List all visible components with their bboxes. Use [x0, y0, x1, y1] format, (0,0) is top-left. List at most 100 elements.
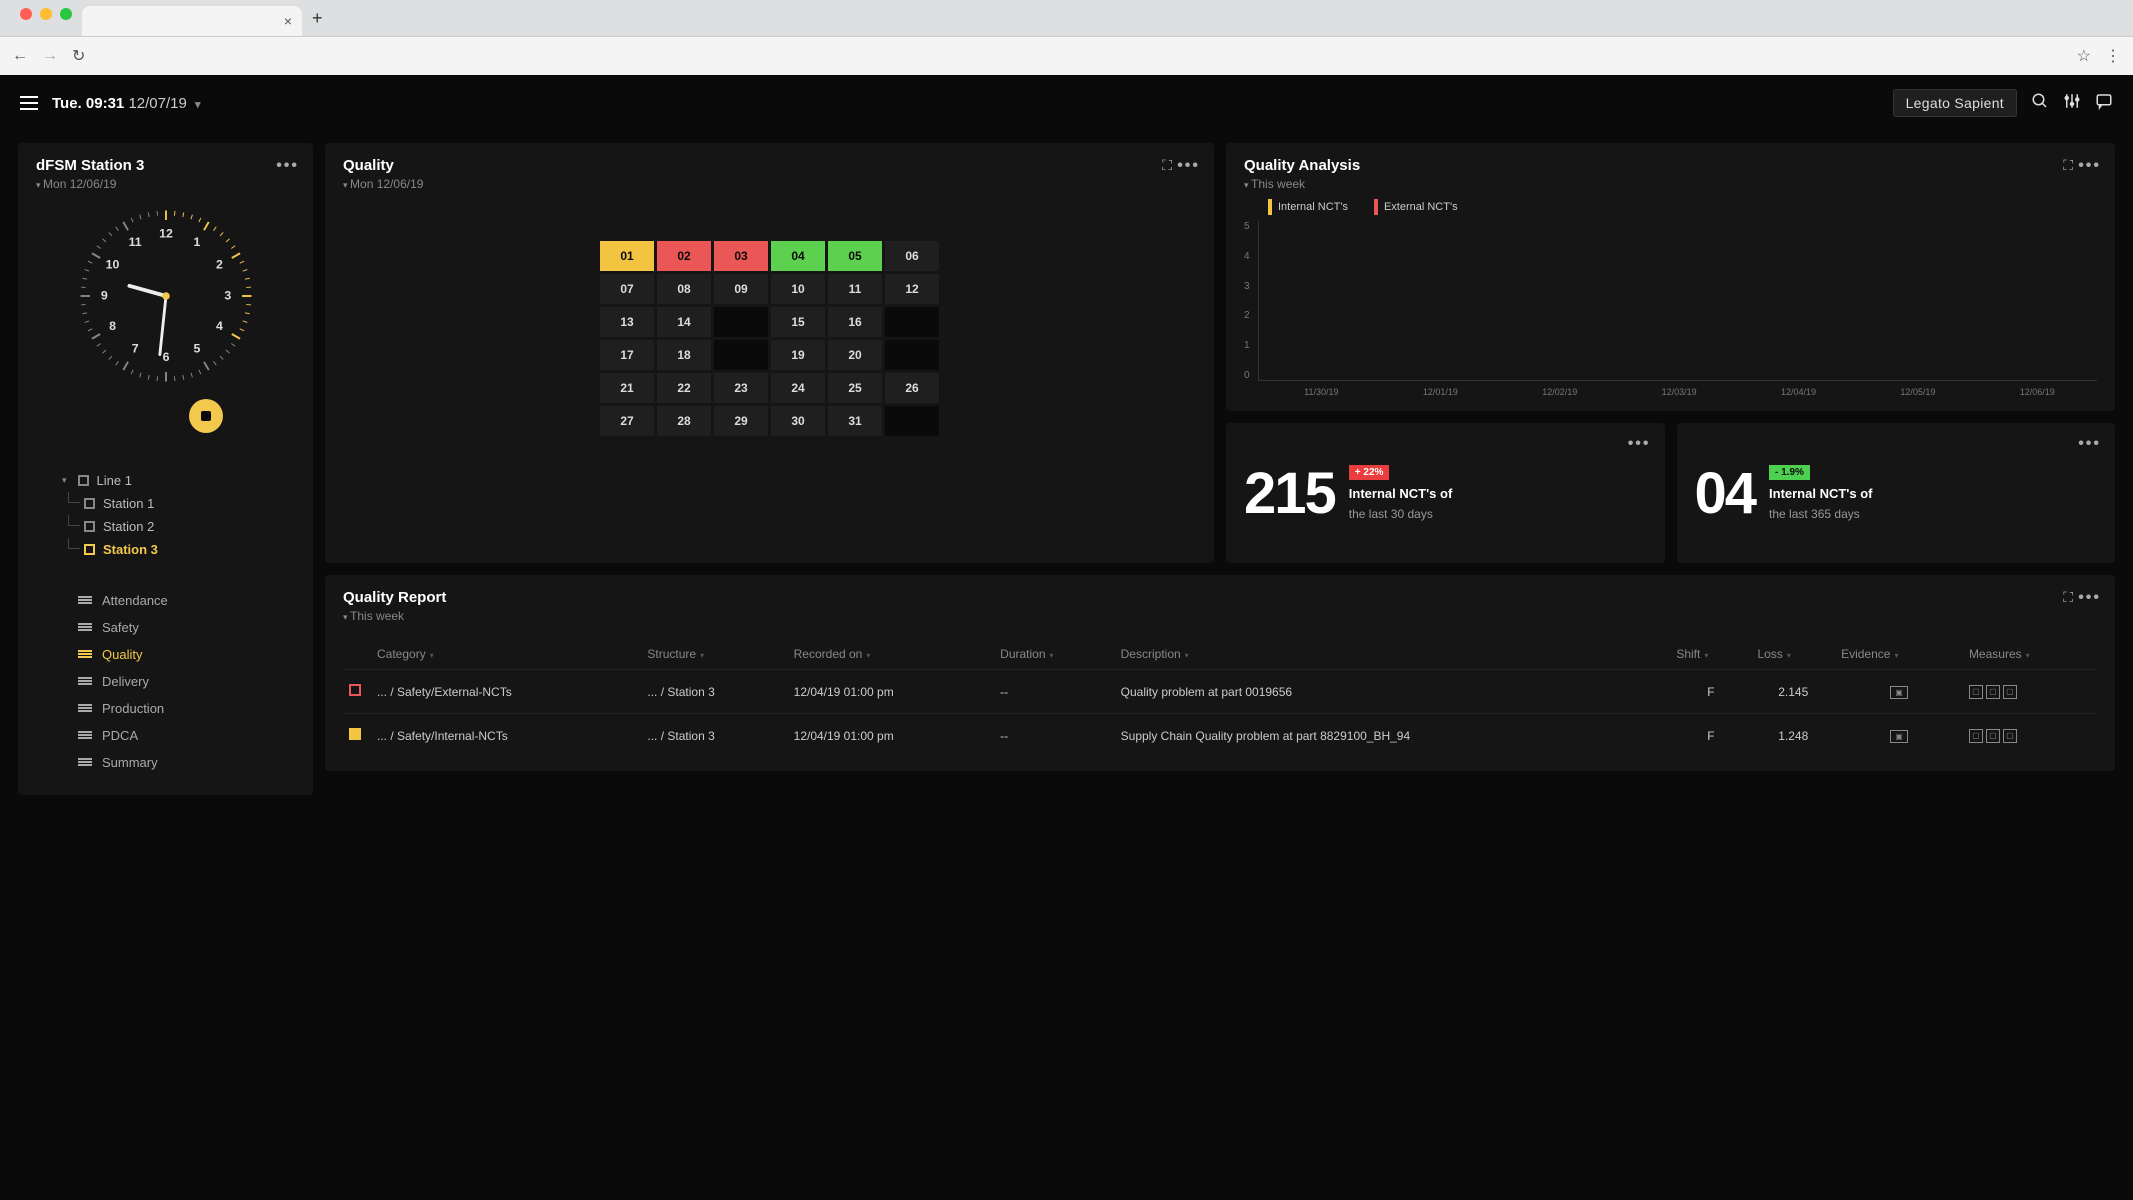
calendar-day[interactable]: 07: [600, 274, 654, 304]
checkbox-icon[interactable]: [78, 475, 89, 486]
nav-item-summary[interactable]: Summary: [78, 749, 295, 776]
sliders-icon[interactable]: [2063, 92, 2081, 115]
column-header[interactable]: Structure▾: [641, 639, 787, 670]
checkbox-icon[interactable]: [84, 521, 95, 532]
evidence-icon[interactable]: ▣: [1890, 686, 1908, 699]
calendar-day[interactable]: 27: [600, 406, 654, 436]
new-tab-button[interactable]: +: [312, 8, 323, 29]
browser-tab[interactable]: ×: [82, 6, 302, 36]
more-icon[interactable]: •••: [1628, 435, 1651, 453]
checkbox-icon[interactable]: [84, 544, 95, 555]
calendar-day[interactable]: 26: [885, 373, 939, 403]
calendar-day[interactable]: 06: [885, 241, 939, 271]
calendar-day[interactable]: 16: [828, 307, 882, 337]
measure-button[interactable]: ▢: [2003, 729, 2017, 743]
bookmark-icon[interactable]: ☆: [2077, 46, 2091, 66]
measure-button[interactable]: ▢: [1969, 729, 1983, 743]
more-icon[interactable]: •••: [1177, 157, 1200, 175]
measure-button[interactable]: ▢: [1969, 685, 1983, 699]
column-header[interactable]: Shift▾: [1670, 639, 1751, 670]
column-header[interactable]: Description▾: [1115, 639, 1671, 670]
more-icon[interactable]: •••: [276, 157, 299, 175]
calendar-day[interactable]: 01: [600, 241, 654, 271]
calendar-day[interactable]: 19: [771, 340, 825, 370]
more-icon[interactable]: •••: [2078, 157, 2101, 175]
nav-item-delivery[interactable]: Delivery: [78, 668, 295, 695]
column-header[interactable]: Measures▾: [1963, 639, 2097, 670]
calendar-day[interactable]: 08: [657, 274, 711, 304]
nav-item-production[interactable]: Production: [78, 695, 295, 722]
calendar-day[interactable]: 29: [714, 406, 768, 436]
tree-item[interactable]: Station 2: [62, 515, 295, 538]
checkbox-icon[interactable]: [84, 498, 95, 509]
svg-text:4: 4: [216, 319, 223, 333]
nav-item-pdca[interactable]: PDCA: [78, 722, 295, 749]
search-icon[interactable]: [2031, 92, 2049, 115]
calendar-day[interactable]: 15: [771, 307, 825, 337]
tree-item[interactable]: Station 1: [62, 492, 295, 515]
calendar-day[interactable]: 22: [657, 373, 711, 403]
calendar-day[interactable]: 09: [714, 274, 768, 304]
measure-button[interactable]: ▢: [1986, 685, 2000, 699]
calendar-day[interactable]: 25: [828, 373, 882, 403]
calendar-day[interactable]: 23: [714, 373, 768, 403]
column-header[interactable]: Evidence▾: [1835, 639, 1963, 670]
calendar-day[interactable]: 18: [657, 340, 711, 370]
expand-icon[interactable]: ⛶: [2063, 589, 2073, 606]
kpi-value: 215: [1244, 460, 1335, 527]
calendar-day[interactable]: 11: [828, 274, 882, 304]
calendar-day[interactable]: 21: [600, 373, 654, 403]
table-row[interactable]: ... / Safety/External-NCTs ... / Station…: [343, 670, 2097, 714]
expand-icon[interactable]: ⛶: [1162, 157, 1172, 174]
stop-button[interactable]: [189, 399, 223, 433]
svg-text:11: 11: [128, 235, 141, 249]
column-header[interactable]: Duration▾: [994, 639, 1114, 670]
bars-icon: [78, 677, 92, 687]
expand-icon[interactable]: ⛶: [2063, 157, 2073, 174]
calendar-day[interactable]: 28: [657, 406, 711, 436]
calendar-day[interactable]: 13: [600, 307, 654, 337]
menu-icon[interactable]: [20, 96, 38, 110]
maximize-window[interactable]: [60, 8, 72, 20]
quality-panel: ⛶ ••• Quality Mon 12/06/19 0102030405060…: [325, 143, 1214, 563]
back-button[interactable]: ←: [12, 47, 28, 65]
more-icon[interactable]: •••: [2078, 589, 2101, 607]
column-header[interactable]: Recorded on▾: [788, 639, 995, 670]
column-header[interactable]: Category▾: [371, 639, 641, 670]
calendar-day[interactable]: 12: [885, 274, 939, 304]
calendar-day[interactable]: 04: [771, 241, 825, 271]
calendar-day[interactable]: 03: [714, 241, 768, 271]
calendar-day[interactable]: 10: [771, 274, 825, 304]
browser-menu-icon[interactable]: ⋮: [2105, 46, 2121, 66]
close-tab-icon[interactable]: ×: [284, 13, 292, 29]
calendar-day[interactable]: 05: [828, 241, 882, 271]
nav-item-safety[interactable]: Safety: [78, 614, 295, 641]
calendar-day[interactable]: 02: [657, 241, 711, 271]
measure-button[interactable]: ▢: [2003, 685, 2017, 699]
measure-button[interactable]: ▢: [1986, 729, 2000, 743]
calendar-day[interactable]: 14: [657, 307, 711, 337]
nav-item-attendance[interactable]: Attendance: [78, 587, 295, 614]
comment-icon[interactable]: [2095, 92, 2113, 115]
window-controls: [10, 0, 82, 28]
calendar-day[interactable]: 30: [771, 406, 825, 436]
report-table: Category▾Structure▾Recorded on▾Duration▾…: [343, 639, 2097, 757]
station-tree: ▾ Line 1 Station 1Station 2Station 3: [36, 469, 295, 561]
calendar-day[interactable]: 17: [600, 340, 654, 370]
calendar-day[interactable]: 24: [771, 373, 825, 403]
nav-item-quality[interactable]: Quality: [78, 641, 295, 668]
calendar-day[interactable]: 20: [828, 340, 882, 370]
tree-root[interactable]: ▾ Line 1: [62, 469, 295, 492]
datetime-selector[interactable]: Tue. 09:31 12/07/19 ▾: [52, 95, 201, 112]
reload-button[interactable]: ↻: [72, 46, 85, 66]
calendar-day[interactable]: 31: [828, 406, 882, 436]
minimize-window[interactable]: [40, 8, 52, 20]
column-header[interactable]: Loss▾: [1751, 639, 1835, 670]
evidence-icon[interactable]: ▣: [1890, 730, 1908, 743]
table-row[interactable]: ... / Safety/Internal-NCTs ... / Station…: [343, 714, 2097, 758]
chart-legend: Internal NCT's External NCT's: [1268, 199, 2097, 215]
close-window[interactable]: [20, 8, 32, 20]
forward-button[interactable]: →: [42, 47, 58, 65]
more-icon[interactable]: •••: [2078, 435, 2101, 453]
tree-item[interactable]: Station 3: [62, 538, 295, 561]
